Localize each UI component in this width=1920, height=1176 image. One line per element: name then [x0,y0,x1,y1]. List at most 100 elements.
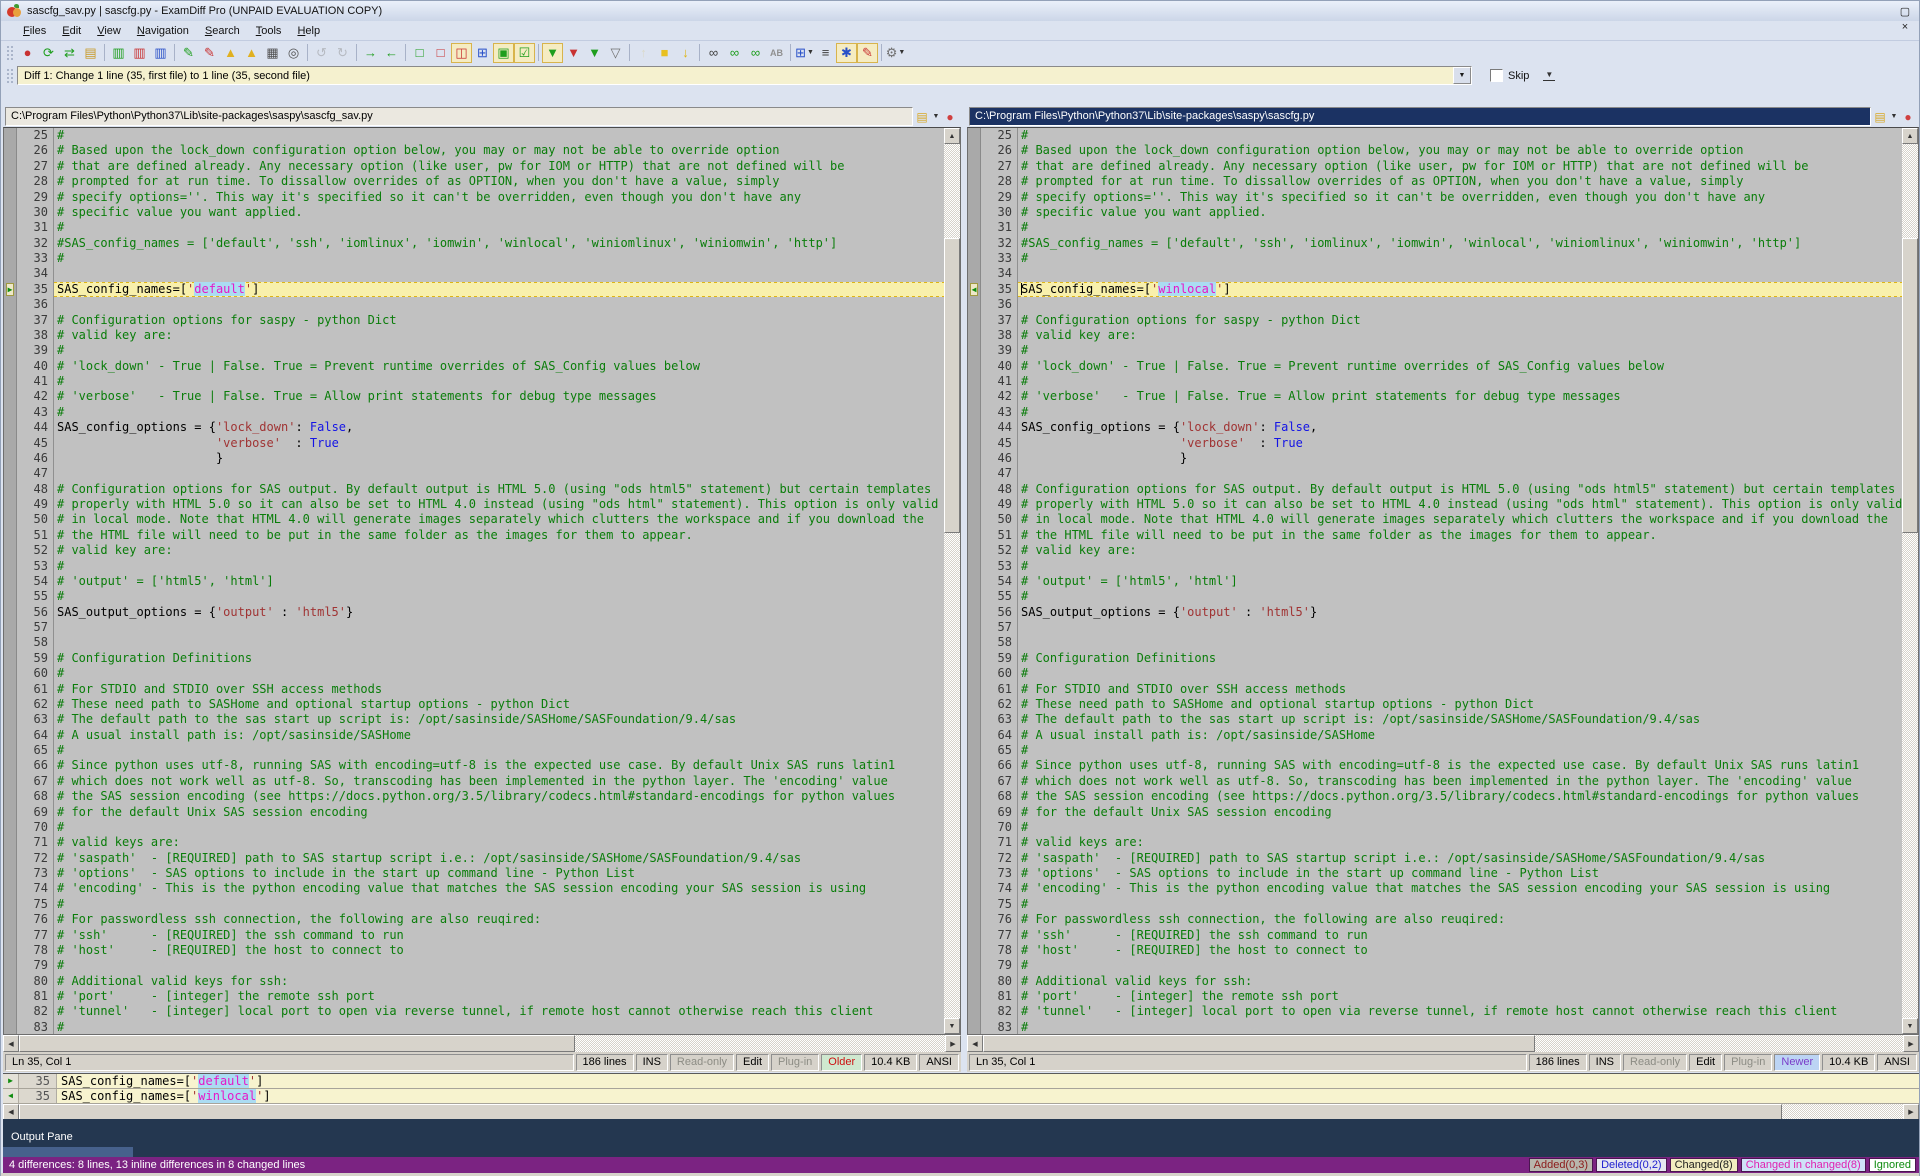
line-text[interactable]: # A usual install path is: /opt/sasinsid… [1018,728,1902,743]
line-text[interactable]: # Configuration options for SAS output. … [1018,482,1902,497]
filter-all-button[interactable]: ▼ [542,43,563,63]
line-text[interactable]: # in local mode. Note that HTML 4.0 will… [54,512,944,527]
line-text[interactable]: # Based upon the lock_down configuration… [1018,143,1902,158]
line-text[interactable]: # Configuration Definitions [1018,651,1902,666]
copy-to-second-button[interactable]: → [360,43,381,63]
line-text[interactable]: # Configuration options for SAS output. … [54,482,944,497]
diff-message-dropdown-icon[interactable]: ▼ [1453,67,1471,84]
save-second-button[interactable]: ▥ [129,43,150,63]
redo-button[interactable]: ↻ [332,43,353,63]
scroll-up-icon[interactable]: ▲ [944,128,960,144]
line-text[interactable]: # 'host' - [REQUIRED] the host to connec… [1018,943,1902,958]
line-text[interactable]: # [54,405,944,420]
file-path-right[interactable]: C:\Program Files\Python\Python37\Lib\sit… [969,107,1871,126]
copy-first-block-button[interactable]: ▲ [220,43,241,63]
show-all-blocks-button[interactable]: ⊞ [472,43,493,63]
line-text[interactable]: # [54,666,944,681]
swap-panes-button[interactable]: ⇄ [59,43,80,63]
menu-item-help[interactable]: Help [289,23,328,39]
filter-none-button[interactable]: ▽ [605,43,626,63]
scroll-up-icon[interactable]: ▲ [1902,128,1918,144]
line-text[interactable]: # [54,743,944,758]
line-text[interactable]: # A usual install path is: /opt/sasinsid… [54,728,944,743]
line-text[interactable]: # properly with HTML 5.0 so it can also … [54,497,944,512]
panes-layout-button[interactable]: ⊞▼ [794,43,815,63]
scroll-left-icon[interactable]: ◀ [3,1035,19,1052]
line-text[interactable]: # [1018,220,1902,235]
line-text[interactable] [54,635,944,650]
save-both-button[interactable]: ▥ [150,43,171,63]
print-preview-button[interactable]: ◎ [283,43,304,63]
line-text[interactable]: # the SAS session encoding (see https://… [1018,789,1902,804]
compare-button[interactable]: ● [17,43,38,63]
find-button[interactable]: ∞ [703,43,724,63]
output-pane-active-tab[interactable] [3,1147,133,1157]
scroll-right-icon[interactable]: ▶ [1903,1104,1919,1120]
line-text[interactable]: # 'options' - SAS options to include in … [54,866,944,881]
line-text[interactable]: # 'tunnel' - [integer] local port to ope… [54,1004,944,1019]
line-text[interactable]: # [54,128,944,143]
line-text[interactable]: # 'lock_down' - True | False. True = Pre… [54,359,944,374]
scroll-thumb[interactable] [944,238,960,533]
diff-detail-row[interactable]: ◀35SAS_config_names=['winlocal'] [3,1089,1919,1104]
current-diff-button[interactable]: ■ [654,43,675,63]
next-diff-button[interactable]: ↓ [675,43,696,63]
line-text[interactable]: # For passwordless ssh connection, the f… [1018,912,1902,927]
line-text[interactable]: # 'port' - [integer] the remote ssh port [54,989,944,1004]
recompare-button[interactable]: ⟳ [38,43,59,63]
line-text[interactable]: # [54,343,944,358]
line-text[interactable]: # that are defined already. Any necessar… [54,159,944,174]
line-text[interactable]: # [1018,958,1902,973]
copy-to-first-button[interactable]: ← [381,43,402,63]
menu-item-navigation[interactable]: Navigation [129,23,197,39]
line-text[interactable]: # 'tunnel' - [integer] local port to ope… [1018,1004,1902,1019]
line-text[interactable]: # which does not work well as utf-8. So,… [1018,774,1902,789]
line-text[interactable]: # valid keys are: [1018,835,1902,850]
line-text[interactable]: # valid key are: [54,543,944,558]
line-text[interactable]: # [54,897,944,912]
skip-checkbox[interactable] [1490,69,1503,82]
copy-second-block-button[interactable]: ▲ [241,43,262,63]
line-text[interactable]: # the HTML file will need to be put in t… [54,528,944,543]
badge-deleted-0-2-[interactable]: Deleted(0,2) [1596,1158,1667,1172]
line-text[interactable]: 'verbose' : True [1018,436,1902,451]
line-text[interactable]: # valid key are: [54,328,944,343]
menu-item-view[interactable]: View [89,23,129,39]
line-text[interactable]: # 'saspath' - [REQUIRED] path to SAS sta… [1018,851,1902,866]
diffbar-overflow-chevron-icon[interactable]: ▼ [1543,70,1555,81]
line-text[interactable]: # 'encoding' - This is the python encodi… [1018,881,1902,896]
file-path-left[interactable]: C:\Program Files\Python\Python37\Lib\sit… [5,107,913,126]
scroll-thumb[interactable] [983,1035,1535,1052]
badge-added-0-3-[interactable]: Added(0,3) [1529,1158,1593,1172]
save-first-button[interactable]: ▥ [108,43,129,63]
line-text[interactable]: # [1018,374,1902,389]
scroll-down-icon[interactable]: ▼ [944,1018,960,1034]
find-next-button[interactable]: ∞ [724,43,745,63]
line-text[interactable]: # the HTML file will need to be put in t… [1018,528,1902,543]
line-text[interactable]: # 'saspath' - [REQUIRED] path to SAS sta… [54,851,944,866]
line-text[interactable]: # [54,589,944,604]
diff-detail-row[interactable]: ▶35SAS_config_names=['default'] [3,1074,1919,1089]
line-text[interactable]: SAS_config_options = {'lock_down': False… [54,420,944,435]
line-text[interactable]: # These need path to SASHome and optiona… [1018,697,1902,712]
menu-item-files[interactable]: Files [15,23,54,39]
line-text[interactable]: # valid key are: [1018,328,1902,343]
line-text[interactable]: # Based upon the lock_down configuration… [54,143,944,158]
line-text[interactable]: # For STDIO and STDIO over SSH access me… [1018,682,1902,697]
menu-item-edit[interactable]: Edit [54,23,89,39]
line-text[interactable]: # [1018,559,1902,574]
line-text[interactable]: } [54,451,944,466]
line-text[interactable]: # [54,251,944,266]
line-text[interactable]: # [1018,405,1902,420]
line-text[interactable] [1018,266,1902,281]
line-text[interactable]: SAS_output_options = {'output' : 'html5'… [54,605,944,620]
filter-deleted-button[interactable]: ▼ [563,43,584,63]
line-text[interactable]: 'verbose' : True [54,436,944,451]
line-text[interactable]: # 'output' = ['html5', 'html'] [54,574,944,589]
close-button[interactable]: × [1895,19,1915,35]
badge-changed-8-[interactable]: Changed(8) [1670,1158,1738,1172]
open-files-button[interactable]: ▤ [80,43,101,63]
toolbar-grip[interactable] [6,45,14,61]
line-text[interactable]: # 'encoding' - This is the python encodi… [54,881,944,896]
line-text[interactable]: # valid key are: [1018,543,1902,558]
